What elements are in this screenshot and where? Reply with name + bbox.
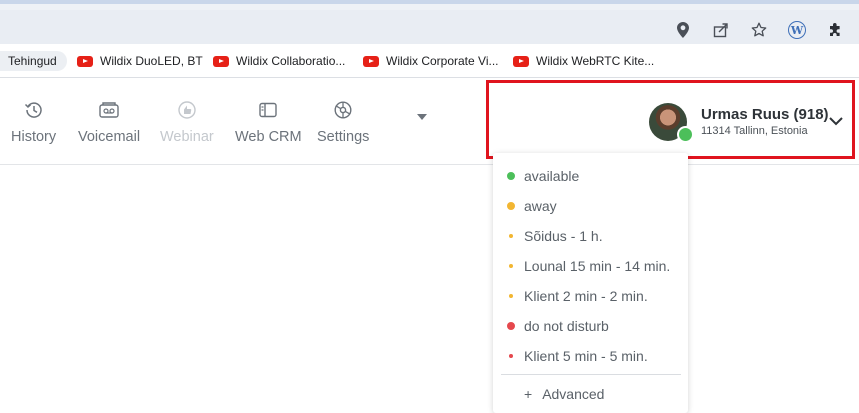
bookmark-wildix-corporate[interactable]: Wildix Corporate Vi... bbox=[363, 51, 498, 71]
bookmark-label: Tehingud bbox=[8, 54, 57, 68]
bookmark-tehingud[interactable]: Tehingud bbox=[0, 51, 67, 71]
status-option[interactable]: Klient 2 min - 2 min. bbox=[493, 281, 688, 311]
status-option[interactable]: do not disturb bbox=[493, 311, 688, 341]
youtube-icon bbox=[513, 55, 529, 67]
bookmark-wildix-collaboration[interactable]: Wildix Collaboratio... bbox=[213, 51, 345, 71]
nav-label: History bbox=[11, 129, 57, 145]
status-option[interactable]: away bbox=[493, 191, 688, 221]
star-icon[interactable] bbox=[749, 20, 769, 40]
user-location: 11314 Tallinn, Estonia bbox=[701, 125, 808, 137]
webinar-icon bbox=[177, 100, 197, 120]
share-icon[interactable] bbox=[711, 20, 731, 40]
status-option[interactable]: available bbox=[493, 161, 688, 191]
advanced-option[interactable]: + Advanced bbox=[524, 386, 604, 402]
voicemail-icon bbox=[98, 100, 120, 120]
chevron-down-icon[interactable] bbox=[828, 115, 844, 127]
wordpress-extension-icon[interactable]: W bbox=[787, 20, 807, 40]
status-dot-icon bbox=[509, 264, 513, 268]
nav-webinar[interactable]: Webinar bbox=[160, 100, 214, 145]
youtube-icon bbox=[77, 55, 93, 67]
status-label: Lounal 15 min - 14 min. bbox=[524, 258, 671, 274]
status-option[interactable]: Klient 5 min - 5 min. bbox=[493, 341, 688, 371]
bookmarks-bar: Tehingud Wildix DuoLED, BT Wildix Collab… bbox=[0, 44, 859, 78]
status-label: Klient 5 min - 5 min. bbox=[524, 348, 648, 364]
presence-status-dot bbox=[677, 126, 694, 143]
nav-voicemail[interactable]: Voicemail bbox=[78, 100, 140, 145]
nav-web-crm[interactable]: Web CRM bbox=[235, 100, 302, 145]
bookmark-wildix-webrtc[interactable]: Wildix WebRTC Kite... bbox=[513, 51, 654, 71]
status-dot-icon bbox=[507, 172, 515, 180]
bookmark-label: Wildix WebRTC Kite... bbox=[536, 54, 655, 68]
browser-toolbar-icons: W bbox=[673, 17, 845, 43]
nav-label: Web CRM bbox=[235, 129, 302, 145]
nav-settings[interactable]: Settings bbox=[317, 100, 369, 145]
status-option[interactable]: Lounal 15 min - 14 min. bbox=[493, 251, 688, 281]
nav-label: Settings bbox=[317, 129, 370, 145]
nav-label: Voicemail bbox=[78, 129, 141, 145]
location-icon[interactable] bbox=[673, 20, 693, 40]
web-crm-icon bbox=[258, 100, 278, 120]
status-label: Klient 2 min - 2 min. bbox=[524, 288, 648, 304]
status-label: available bbox=[524, 168, 580, 184]
status-label: Sõidus - 1 h. bbox=[524, 228, 603, 244]
bookmark-label: Wildix Corporate Vi... bbox=[386, 54, 499, 68]
caret-down-icon[interactable] bbox=[417, 114, 427, 120]
bookmark-label: Wildix DuoLED, BT bbox=[100, 54, 203, 68]
youtube-icon bbox=[363, 55, 379, 67]
menu-divider bbox=[501, 374, 681, 375]
extensions-puzzle-icon[interactable] bbox=[825, 20, 845, 40]
bookmark-label: Wildix Collaboratio... bbox=[236, 54, 346, 68]
status-dot-icon bbox=[509, 354, 513, 358]
browser-address-row: W bbox=[0, 4, 859, 44]
status-list: available away Sõidus - 1 h. Lounal 15 min … bbox=[493, 161, 688, 371]
nav-history[interactable]: History bbox=[11, 100, 56, 145]
status-label: do not disturb bbox=[524, 318, 609, 334]
user-name[interactable]: Urmas Ruus (918) bbox=[701, 106, 829, 123]
status-label: away bbox=[524, 198, 557, 214]
plus-icon: + bbox=[524, 386, 533, 402]
youtube-icon bbox=[213, 55, 229, 67]
advanced-label: Advanced bbox=[542, 386, 605, 402]
settings-icon bbox=[333, 100, 353, 120]
status-option[interactable]: Sõidus - 1 h. bbox=[493, 221, 688, 251]
nav-label: Webinar bbox=[160, 129, 214, 145]
status-dot-icon bbox=[507, 202, 515, 210]
history-icon bbox=[24, 100, 44, 120]
bookmark-wildix-duoled[interactable]: Wildix DuoLED, BT bbox=[77, 51, 203, 71]
status-dropdown: available away Sõidus - 1 h. Lounal 15 min … bbox=[493, 153, 688, 413]
status-dot-icon bbox=[509, 234, 513, 238]
status-dot-icon bbox=[509, 294, 513, 298]
status-dot-icon bbox=[507, 322, 515, 330]
